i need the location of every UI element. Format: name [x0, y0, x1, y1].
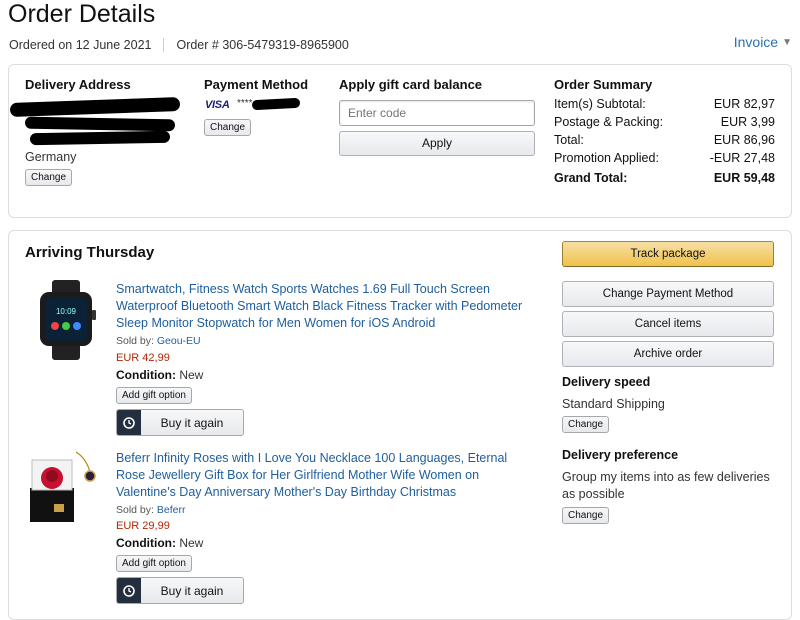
product-title-link[interactable]: Smartwatch, Fitness Watch Sports Watches… — [116, 281, 536, 332]
summary-label: Promotion Applied: — [554, 151, 659, 165]
summary-value: EUR 82,97 — [713, 97, 775, 111]
delivery-preference-heading: Delivery preference — [562, 448, 679, 462]
summary-label: Item(s) Subtotal: — [554, 97, 646, 111]
sold-by: Sold by: Geou-EU — [116, 335, 201, 347]
order-date: Ordered on 12 June 2021 — [9, 38, 152, 52]
reorder-icon — [117, 578, 141, 603]
summary-value: -EUR 27,48 — [709, 151, 775, 165]
order-summary: Order Summary Item(s) Subtotal: EUR 82,9… — [554, 77, 775, 187]
summary-value: EUR 3,99 — [720, 115, 775, 129]
seller-link[interactable]: Geou-EU — [157, 335, 201, 347]
cancel-items-button[interactable]: Cancel items — [562, 311, 774, 337]
gift-card-heading: Apply gift card balance — [339, 77, 483, 92]
change-address-button[interactable]: Change — [25, 169, 73, 186]
gift-code-input[interactable] — [339, 100, 535, 126]
product-condition: Condition: New — [116, 368, 203, 382]
condition-value: New — [179, 536, 204, 550]
sold-by: Sold by: Beferr — [116, 504, 185, 516]
buy-again-button[interactable]: Buy it again — [116, 577, 244, 604]
change-payment-method-button[interactable]: Change Payment Method — [562, 281, 774, 307]
sold-by-label: Sold by: — [116, 504, 154, 516]
buy-again-label: Buy it again — [160, 583, 224, 598]
change-delivery-preference-button[interactable]: Change — [562, 507, 610, 524]
buy-again-label: Buy it again — [160, 415, 224, 430]
svg-text:10:09: 10:09 — [56, 307, 77, 316]
condition-label: Condition: — [116, 368, 176, 382]
buy-again-button[interactable]: Buy it again — [116, 409, 244, 436]
invoice-dropdown[interactable]: Invoice ▼ — [734, 34, 792, 50]
sold-by-label: Sold by: — [116, 335, 154, 347]
redacted-address — [29, 130, 171, 146]
order-meta: Ordered on 12 June 2021 Order # 306-5479… — [9, 38, 349, 52]
delivery-preference-value: Group my items into as few deliveries as… — [562, 470, 770, 501]
invoice-label: Invoice — [733, 34, 779, 50]
summary-label: Total: — [554, 133, 584, 147]
track-package-button[interactable]: Track package — [562, 241, 774, 267]
product-condition: Condition: New — [116, 536, 203, 550]
payment-method-heading: Payment Method — [204, 77, 309, 92]
product-price: EUR 42,99 — [116, 352, 170, 364]
summary-row: Promotion Applied: -EUR 27,48 — [554, 149, 775, 167]
apply-button[interactable]: Apply — [339, 131, 535, 156]
reorder-icon — [117, 410, 141, 435]
add-gift-option-button[interactable]: Add gift option — [116, 387, 192, 404]
summary-row: Postage & Packing: EUR 3,99 — [554, 113, 775, 131]
delivery-speed-value: Standard Shipping — [562, 397, 665, 411]
archive-order-button[interactable]: Archive order — [562, 341, 774, 367]
change-payment-button[interactable]: Change — [204, 119, 252, 136]
grand-total-label: Grand Total: — [554, 171, 628, 185]
rose-gift-box-image[interactable] — [24, 448, 104, 528]
summary-row: Total: EUR 86,96 — [554, 131, 775, 149]
chevron-down-icon: ▼ — [782, 36, 792, 48]
visa-icon: VISA — [205, 99, 230, 111]
add-gift-option-button[interactable]: Add gift option — [116, 555, 192, 572]
delivery-speed-heading: Delivery speed — [562, 375, 651, 389]
divider — [163, 38, 165, 52]
page-title: Order Details — [8, 0, 156, 28]
card-number-mask: **** — [237, 98, 253, 109]
summary-row: Item(s) Subtotal: EUR 82,97 — [554, 95, 775, 113]
summary-label: Postage & Packing: — [554, 115, 664, 129]
smartwatch-image[interactable]: 10:09 — [30, 280, 102, 360]
order-number: Order # 306-5479319-8965900 — [176, 38, 349, 52]
condition-label: Condition: — [116, 536, 176, 550]
grand-total-row: Grand Total: EUR 59,48 — [554, 169, 775, 187]
grand-total-value: EUR 59,48 — [713, 171, 775, 185]
delivery-address-heading: Delivery Address — [25, 77, 131, 92]
order-summary-heading: Order Summary — [554, 77, 653, 92]
address-country: Germany — [25, 150, 77, 164]
seller-link[interactable]: Beferr — [157, 504, 186, 516]
condition-value: New — [179, 368, 204, 382]
summary-value: EUR 86,96 — [713, 133, 775, 147]
product-title-link[interactable]: Beferr Infinity Roses with I Love You Ne… — [116, 450, 536, 501]
change-delivery-speed-button[interactable]: Change — [562, 416, 610, 433]
arrival-heading: Arriving Thursday — [25, 244, 155, 261]
product-price: EUR 29,99 — [116, 520, 170, 532]
